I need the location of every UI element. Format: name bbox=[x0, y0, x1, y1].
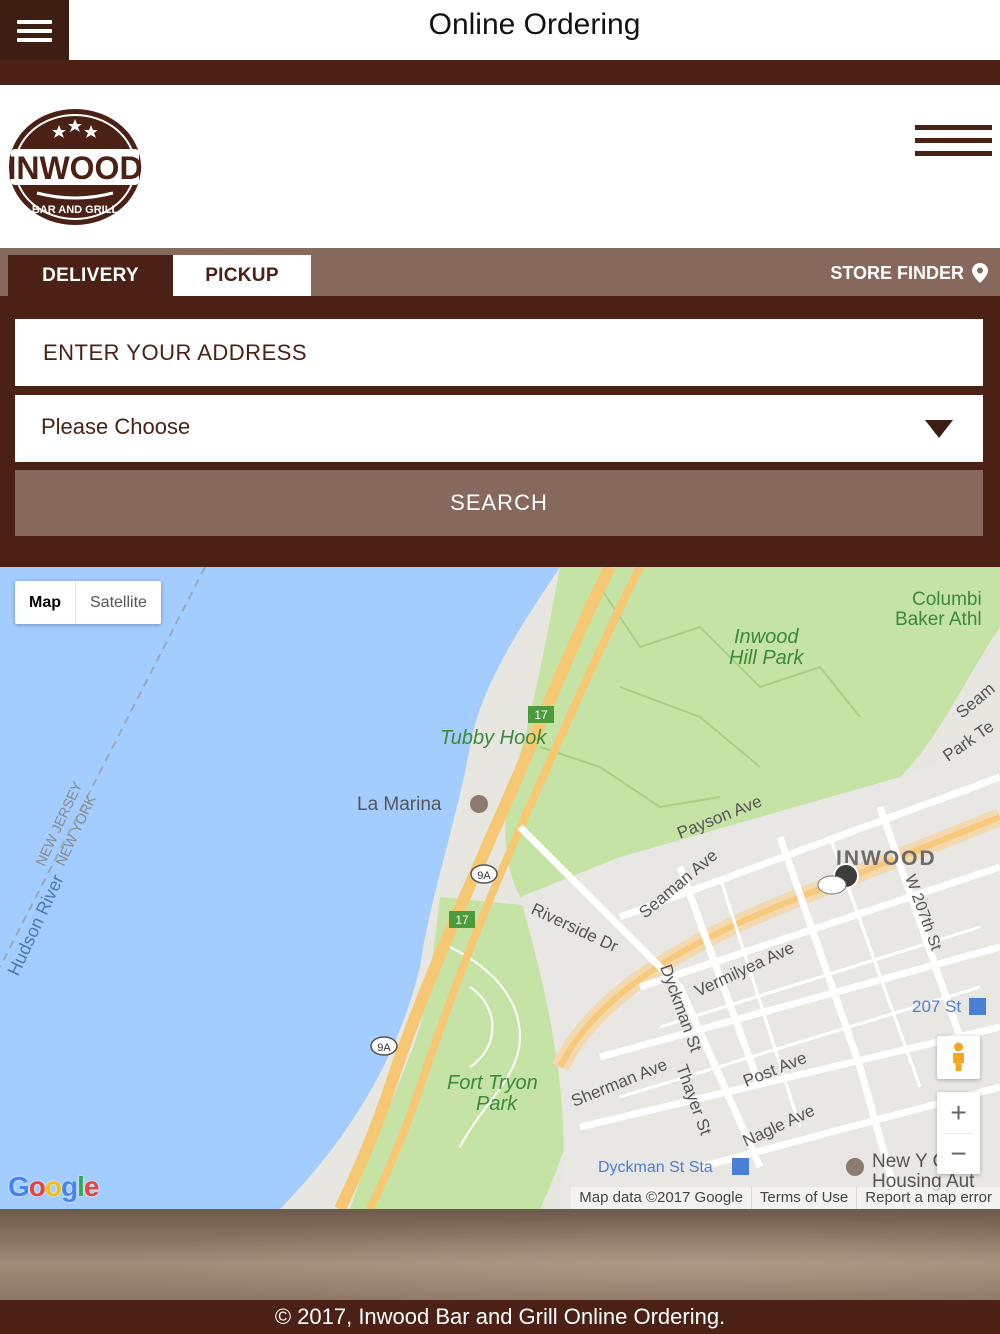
map-type-control: Map Satellite bbox=[15, 581, 161, 624]
zoom-in-button[interactable]: + bbox=[937, 1092, 980, 1133]
map-label: Baker Athl bbox=[895, 609, 982, 630]
logo-subtext: BAR AND GRILL bbox=[32, 204, 119, 216]
divider-strip bbox=[0, 60, 1000, 85]
map-label: Park bbox=[476, 1093, 518, 1115]
store-finder-link[interactable]: STORE FINDER bbox=[830, 260, 988, 286]
svg-text:9A: 9A bbox=[377, 1042, 391, 1054]
order-type-tabs: DELIVERY PICKUP STORE FINDER bbox=[0, 248, 1000, 296]
google-logo[interactable]: Google bbox=[8, 1171, 99, 1203]
report-map-error-link[interactable]: Report a map error bbox=[856, 1187, 1000, 1209]
map-data-credit: Map data ©2017 Google bbox=[579, 1189, 743, 1206]
map-label: Columbi bbox=[912, 589, 982, 610]
page-footer: © 2017, Inwood Bar and Grill Online Orde… bbox=[0, 1300, 1000, 1334]
map-label: La Marina bbox=[357, 794, 442, 815]
site-header: INWOOD BAR AND GRILL bbox=[0, 85, 1000, 248]
svg-text:17: 17 bbox=[455, 913, 469, 927]
logo-text: INWOOD bbox=[7, 150, 142, 186]
address-input[interactable] bbox=[15, 319, 983, 386]
terms-of-use-link[interactable]: Terms of Use bbox=[750, 1187, 856, 1209]
map-label: Tubby Hook bbox=[440, 727, 547, 749]
page-title: Online Ordering bbox=[428, 8, 641, 41]
map-label: Fort Tryon bbox=[447, 1072, 538, 1094]
map-label: Dyckman St Sta bbox=[598, 1159, 713, 1176]
map-pin-icon bbox=[972, 263, 988, 283]
zoom-out-button[interactable]: − bbox=[937, 1133, 980, 1174]
hamburger-menu-button[interactable] bbox=[0, 0, 69, 60]
zoom-control: + − bbox=[937, 1092, 980, 1174]
main-menu-button[interactable] bbox=[915, 125, 992, 157]
svg-text:17: 17 bbox=[534, 708, 548, 722]
store-finder-label: STORE FINDER bbox=[830, 263, 964, 283]
map-label: Hill Park bbox=[729, 647, 804, 669]
map-type-satellite-button[interactable]: Satellite bbox=[76, 581, 161, 624]
map-label: 207 St bbox=[912, 997, 961, 1016]
top-bar: Online Ordering bbox=[0, 0, 1000, 60]
inwood-logo[interactable]: INWOOD BAR AND GRILL bbox=[7, 107, 143, 227]
decorative-background bbox=[0, 1209, 1000, 1300]
map-view[interactable]: 17 17 9A 9A Columbi Baker Athl Inwood Hi… bbox=[0, 567, 1000, 1209]
chevron-down-icon bbox=[925, 420, 953, 438]
svg-text:9A: 9A bbox=[477, 870, 491, 882]
search-button[interactable]: SEARCH bbox=[15, 470, 983, 536]
map-canvas[interactable]: 17 17 9A 9A Columbi Baker Athl Inwood Hi… bbox=[0, 567, 1000, 1209]
map-label: Inwood bbox=[734, 626, 799, 648]
store-select-value: Please Choose bbox=[41, 414, 191, 439]
map-attribution: Map data ©2017 Google Terms of Use Repor… bbox=[571, 1187, 1000, 1209]
map-type-map-button[interactable]: Map bbox=[15, 581, 76, 624]
order-form: Please Choose SEARCH bbox=[0, 296, 1000, 567]
tab-pickup[interactable]: PICKUP bbox=[173, 255, 311, 296]
street-view-pegman-icon[interactable] bbox=[937, 1036, 980, 1079]
tab-delivery[interactable]: DELIVERY bbox=[8, 255, 173, 296]
store-select[interactable]: Please Choose bbox=[15, 395, 983, 462]
